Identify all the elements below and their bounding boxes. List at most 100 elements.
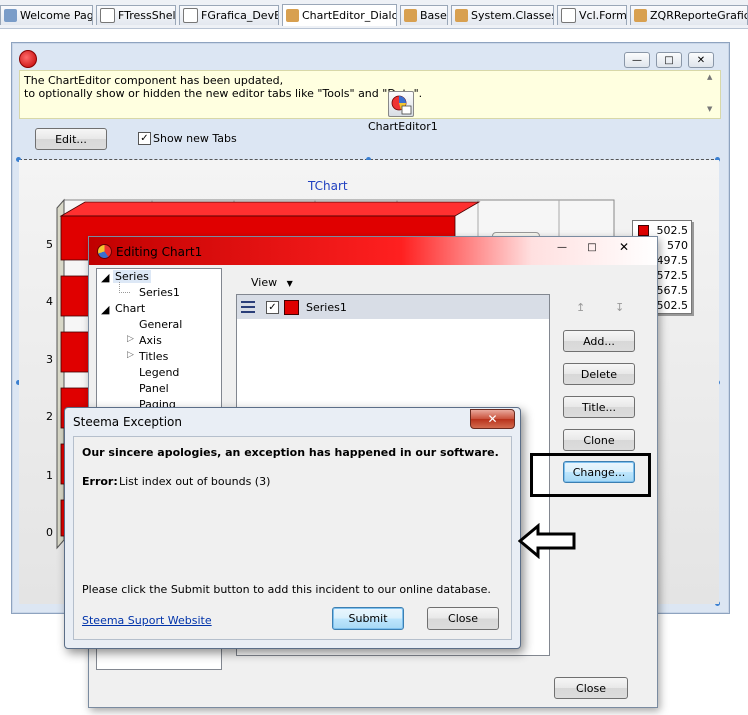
view-menu-label: View: [251, 276, 278, 289]
collapse-icon[interactable]: ◢: [101, 303, 109, 316]
unit-icon: [455, 9, 468, 22]
y-tick-label: 4: [46, 295, 53, 308]
form-icon: [100, 8, 115, 23]
support-website-link[interactable]: Steema Suport Website: [82, 614, 212, 627]
tab-charteditor-dialog[interactable]: ChartEditor_Dialog: [282, 4, 397, 26]
collapse-icon[interactable]: ◢: [101, 271, 109, 284]
y-tick-label: 0: [46, 526, 53, 539]
add-series-button[interactable]: Add...: [563, 330, 635, 352]
info-line-2: to optionally show or hidden the new edi…: [24, 87, 423, 100]
close-button-label: Close: [448, 612, 478, 625]
exception-content: Our sincere apologies, an exception has …: [73, 436, 512, 640]
tab-system-classes[interactable]: System.Classes: [451, 5, 554, 25]
app-icon[interactable]: [19, 50, 37, 68]
error-label: Error:: [82, 475, 118, 488]
close-icon: ✕: [487, 412, 498, 426]
close-button[interactable]: Close: [427, 607, 499, 630]
title-series-button[interactable]: Title...: [563, 396, 635, 418]
scroll-up-icon[interactable]: ▲: [707, 73, 712, 81]
edit-button-label: Edit...: [55, 132, 87, 146]
show-tabs-checkbox[interactable]: ✓: [138, 132, 151, 145]
series-color-swatch[interactable]: [284, 300, 299, 315]
tree-item-chart[interactable]: Chart: [115, 302, 145, 315]
move-up-icon[interactable]: ↥: [576, 301, 585, 314]
y-tick-label: 5: [46, 238, 53, 251]
form-icon: [561, 8, 576, 23]
maximize-icon: □: [587, 241, 597, 253]
bar-top: [59, 201, 481, 217]
title-button-label: Title...: [581, 400, 617, 414]
exception-heading: Our sincere apologies, an exception has …: [82, 446, 499, 459]
unit-icon: [634, 9, 647, 22]
tab-label: System.Classes: [471, 9, 554, 22]
view-menu[interactable]: View ▼: [251, 276, 293, 289]
tab-ftressshell[interactable]: FTressShell: [96, 5, 176, 25]
chevron-down-icon: ▼: [286, 279, 293, 288]
tab-zqrreportegrafica[interactable]: ZQRReporteGrafica: [630, 5, 748, 25]
home-icon: [4, 9, 17, 22]
arrow-annotation-icon: [518, 523, 576, 559]
expand-icon[interactable]: ▷: [127, 350, 134, 360]
close-exception-x-button[interactable]: ✕: [470, 409, 515, 429]
maximize-icon: □: [664, 54, 674, 66]
series-name[interactable]: Series1: [306, 301, 347, 314]
info-line-1: The ChartEditor component has been updat…: [24, 74, 284, 87]
close-icon: ✕: [696, 54, 706, 66]
close-window-button[interactable]: ✕: [688, 52, 714, 68]
tree-item-legend[interactable]: Legend: [139, 366, 179, 379]
submit-instruction: Please click the Submit button to add th…: [82, 583, 491, 596]
charteditor-component-icon[interactable]: [388, 91, 414, 117]
tab-welcome-page[interactable]: Welcome Page: [0, 5, 93, 25]
component-label: ChartEditor1: [368, 120, 438, 133]
move-down-icon[interactable]: ↧: [615, 301, 624, 314]
unit-icon: [404, 9, 417, 22]
minimize-button[interactable]: —: [624, 52, 650, 68]
tab-label: FTressShell: [118, 9, 176, 22]
info-panel: The ChartEditor component has been updat…: [19, 70, 721, 119]
close-button-label: Close: [576, 681, 606, 695]
form-icon: [183, 8, 198, 23]
legend-value: 572.5: [656, 269, 689, 282]
editor-tab-bar: Welcome Page FTressShell FGrafica_DevEx …: [0, 0, 748, 29]
tab-label: ZQRReporteGrafica: [650, 9, 748, 22]
highlight-box: [530, 453, 651, 497]
series-visible-checkbox[interactable]: ✓: [266, 301, 279, 314]
delete-series-button[interactable]: Delete: [563, 363, 635, 385]
add-button-label: Add...: [583, 334, 615, 348]
tree-connector: [119, 282, 130, 293]
exception-dialog: Steema Exception ✕ Our sincere apologies…: [64, 407, 521, 649]
tree-item-axis[interactable]: Axis: [139, 334, 162, 347]
tab-label: ChartEditor_Dialog: [302, 9, 397, 22]
maximize-button[interactable]: □: [579, 239, 605, 255]
tree-item-series1[interactable]: Series1: [139, 286, 180, 299]
show-tabs-label: Show new Tabs: [153, 132, 237, 145]
y-tick-label: 1: [46, 469, 53, 482]
tab-base[interactable]: Base: [400, 5, 448, 25]
legend-value: 502.5: [656, 299, 689, 312]
dialog-title: Editing Chart1: [116, 245, 203, 259]
tree-item-panel[interactable]: Panel: [139, 382, 169, 395]
legend-value: 567.5: [656, 284, 689, 297]
close-dialog-button[interactable]: ✕: [611, 239, 637, 255]
legend-value: 497.5: [656, 254, 689, 267]
submit-button[interactable]: Submit: [332, 607, 404, 630]
y-tick-label: 2: [46, 410, 53, 423]
tab-label: Base: [420, 9, 447, 22]
bar-series-icon: [241, 301, 255, 303]
minimize-button[interactable]: —: [549, 239, 575, 255]
tab-vcl-forms[interactable]: Vcl.Forms: [557, 5, 627, 25]
tab-fgrafica-devex[interactable]: FGrafica_DevEx: [179, 5, 279, 25]
edit-button[interactable]: Edit...: [35, 128, 107, 150]
scroll-down-icon[interactable]: ▼: [707, 105, 712, 113]
tree-item-titles[interactable]: Titles: [139, 350, 168, 363]
close-editor-button[interactable]: Close: [554, 677, 628, 699]
maximize-button[interactable]: □: [656, 52, 682, 68]
minimize-icon: —: [632, 54, 642, 66]
legend-swatch: [638, 225, 649, 236]
unit-icon: [286, 9, 299, 22]
clone-button-label: Clone: [583, 433, 615, 447]
tree-item-general[interactable]: General: [139, 318, 182, 331]
legend-value: 502.5: [656, 224, 689, 237]
clone-series-button[interactable]: Clone: [563, 429, 635, 451]
expand-icon[interactable]: ▷: [127, 334, 134, 344]
